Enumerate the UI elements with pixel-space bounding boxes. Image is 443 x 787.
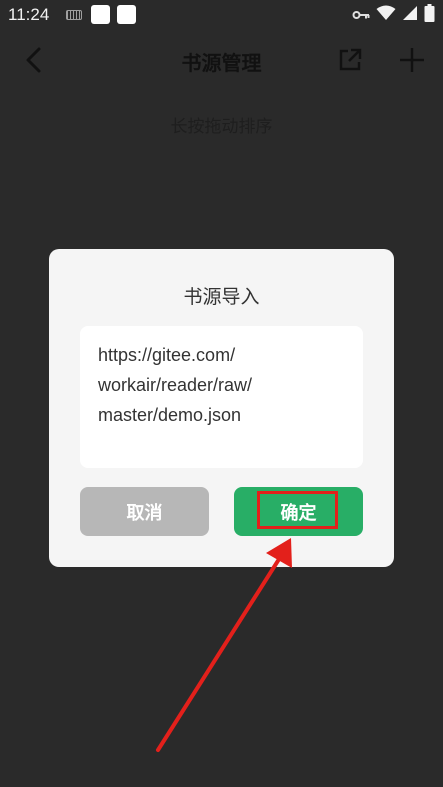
sort-hint: 长按拖动排序 bbox=[170, 117, 273, 137]
status-time: 11:24 bbox=[8, 5, 50, 24]
status-bar: 11:24 bbox=[0, 0, 443, 30]
status-icons bbox=[352, 4, 435, 26]
screen: 11:24 书源管理 长按拖动排序 书源导入 https://gitee.com… bbox=[0, 0, 443, 787]
add-button[interactable] bbox=[396, 44, 428, 76]
plus-icon bbox=[400, 48, 424, 72]
toolbar: 书源管理 bbox=[0, 30, 443, 90]
confirm-button[interactable]: 确定 bbox=[234, 487, 363, 536]
external-link-icon bbox=[339, 48, 362, 71]
dialog-title: 书源导入 bbox=[183, 286, 260, 308]
share-button[interactable] bbox=[334, 44, 366, 76]
battery-icon bbox=[424, 4, 435, 26]
cancel-button[interactable]: 取消 bbox=[80, 487, 209, 536]
url-input[interactable]: https://gitee.com/ workair/reader/raw/ m… bbox=[80, 326, 363, 468]
signal-icon bbox=[402, 5, 418, 25]
notification-icon bbox=[117, 5, 136, 24]
url-input-value: https://gitee.com/ workair/reader/raw/ m… bbox=[98, 345, 253, 425]
wifi-icon bbox=[376, 5, 396, 25]
keyboard-icon bbox=[66, 10, 82, 20]
page-title: 书源管理 bbox=[181, 51, 262, 75]
vpn-key-icon bbox=[352, 6, 370, 25]
notification-icon bbox=[91, 5, 110, 24]
